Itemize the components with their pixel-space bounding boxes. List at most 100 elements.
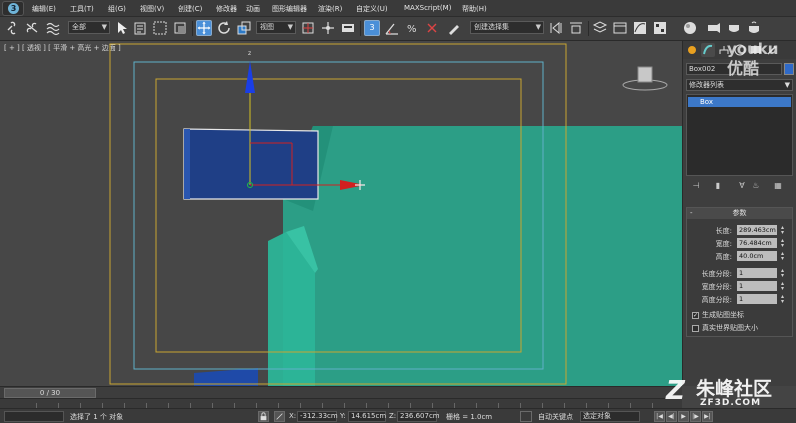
width-segs-spinner[interactable]: ▴ ▾: [779, 281, 786, 292]
checkbox-checked[interactable]: ✓: [692, 311, 699, 319]
scale-icon[interactable]: [236, 20, 252, 36]
height-segs-field[interactable]: 1: [737, 294, 777, 304]
keyboard-shortcut-icon[interactable]: [340, 20, 356, 36]
absolute-mode-icon[interactable]: [274, 411, 285, 422]
reference-coord-dropdown[interactable]: 视图 ▼: [256, 21, 296, 34]
real-world-map-size-checkbox[interactable]: 真实世界贴图大小: [692, 323, 792, 333]
perspective-viewport[interactable]: [ + ] [ 透视 ] [ 平滑 + 高光 + 边面 ] z: [0, 41, 682, 386]
length-spinner[interactable]: ▴ ▾: [779, 225, 786, 236]
length-field[interactable]: 289.463cm: [737, 225, 777, 235]
svg-text:%: %: [407, 24, 417, 35]
zf3d-watermark: Z 朱峰社区 ZF3D.COM: [660, 374, 790, 408]
render-setup-icon[interactable]: [706, 20, 722, 36]
maxscript-listener[interactable]: [4, 411, 64, 422]
rect-selection-icon[interactable]: [152, 20, 168, 36]
menu-animation[interactable]: 动画: [246, 4, 260, 14]
pivot-center-icon[interactable]: [300, 20, 316, 36]
layer-manager-icon[interactable]: [592, 20, 608, 36]
grid-size: 栅格 = 1.0cm: [446, 413, 493, 421]
make-unique-icon[interactable]: ∀: [736, 180, 748, 192]
go-to-end-icon[interactable]: ▶|: [702, 411, 713, 422]
selection-lock-icon[interactable]: [258, 411, 269, 422]
unlink-icon[interactable]: [24, 20, 40, 36]
link-icon[interactable]: [5, 20, 21, 36]
menu-tools[interactable]: 工具(T): [70, 4, 94, 14]
select-object-icon[interactable]: [114, 20, 130, 36]
z-coord-field[interactable]: 236.607cm: [397, 411, 440, 422]
remove-modifier-icon[interactable]: ♨: [750, 180, 762, 192]
object-color-swatch[interactable]: [784, 63, 794, 75]
graphite-ribbon-icon[interactable]: [612, 20, 628, 36]
show-end-result-icon[interactable]: ▮: [712, 180, 724, 192]
move-icon[interactable]: [196, 20, 212, 36]
menu-maxscript[interactable]: MAXScript(M): [404, 4, 451, 12]
track-bar[interactable]: [0, 398, 682, 408]
mirror-icon[interactable]: [548, 20, 564, 36]
pin-stack-icon[interactable]: ⊣: [690, 180, 702, 192]
gizmo-z-arrow[interactable]: [245, 61, 255, 93]
blue-box-bottom[interactable]: [194, 368, 258, 386]
menu-group[interactable]: 组(G): [108, 4, 126, 14]
width-field[interactable]: 76.484cm: [737, 238, 777, 248]
spinner-snap-icon[interactable]: [424, 20, 440, 36]
auto-key-icon[interactable]: [520, 411, 532, 422]
chevron-down-icon: ▼: [535, 23, 541, 31]
menu-rendering[interactable]: 渲染(R): [318, 4, 342, 14]
align-icon[interactable]: [568, 20, 584, 36]
snap-toggle-button[interactable]: 3: [364, 20, 380, 36]
material-editor-icon[interactable]: [682, 20, 698, 36]
stack-item-box[interactable]: Box: [688, 97, 791, 107]
modify-tab-icon[interactable]: [701, 43, 715, 57]
height-spinner[interactable]: ▴ ▾: [779, 251, 786, 262]
menu-modifiers[interactable]: 修改器: [216, 4, 237, 14]
width-segs-field[interactable]: 1: [737, 281, 777, 291]
modifier-list-dropdown[interactable]: 修改器列表 ▼: [686, 79, 793, 91]
parameters-rollout-header[interactable]: - 参数: [687, 208, 792, 219]
edit-named-sets-icon[interactable]: [446, 20, 462, 36]
configure-sets-icon[interactable]: ▦: [772, 180, 784, 192]
named-selection-dropdown[interactable]: 创建选择集 ▼: [470, 21, 544, 34]
selected-box-object[interactable]: [184, 129, 318, 199]
selection-filter-dropdown[interactable]: 全部 ▼: [68, 21, 110, 34]
prev-frame-icon[interactable]: ◀|: [666, 411, 677, 422]
height-field[interactable]: 40.0cm: [737, 251, 777, 261]
app-menu-button[interactable]: 3: [2, 1, 24, 16]
height-segs-spinner[interactable]: ▴ ▾: [779, 294, 786, 305]
menu-create[interactable]: 创建(C): [178, 4, 202, 14]
menu-views[interactable]: 视图(V): [140, 4, 164, 14]
next-frame-icon[interactable]: |▶: [690, 411, 701, 422]
time-slider[interactable]: 0 / 30: [4, 388, 96, 398]
window-crossing-icon[interactable]: [172, 20, 188, 36]
viewcube-icon[interactable]: [637, 66, 653, 83]
toolbar-separator: [360, 21, 361, 36]
curve-editor-icon[interactable]: [632, 20, 648, 36]
render-production-icon[interactable]: [746, 20, 762, 36]
selection-filter-value: 全部: [72, 23, 86, 31]
select-by-name-icon[interactable]: [133, 20, 149, 36]
rotate-icon[interactable]: [216, 20, 232, 36]
angle-snap-icon[interactable]: [384, 20, 400, 36]
create-tab-icon[interactable]: [685, 43, 699, 57]
menu-help[interactable]: 帮助(H): [462, 4, 487, 14]
x-coord-field[interactable]: -312.33cm: [297, 411, 338, 422]
named-selection-value: 创建选择集: [474, 23, 509, 31]
rendered-frame-icon[interactable]: [726, 20, 742, 36]
length-segs-field[interactable]: 1: [737, 268, 777, 278]
play-icon[interactable]: ▶: [678, 411, 689, 422]
gen-mapping-coords-checkbox[interactable]: ✓ 生成贴图坐标: [692, 310, 792, 320]
percent-snap-icon[interactable]: %: [404, 20, 420, 36]
checkbox-unchecked[interactable]: [692, 324, 699, 332]
menu-edit[interactable]: 编辑(E): [32, 4, 56, 14]
y-coord-field[interactable]: 14.615cm: [348, 411, 386, 422]
auto-key-button[interactable]: 自动关键点: [538, 412, 573, 422]
length-segs-spinner[interactable]: ▴ ▾: [779, 268, 786, 279]
go-to-start-icon[interactable]: |◀: [654, 411, 665, 422]
menu-graph-editors[interactable]: 图形编辑器: [272, 4, 307, 14]
menu-customize[interactable]: 自定义(U): [356, 4, 388, 14]
select-manipulate-icon[interactable]: [320, 20, 336, 36]
bind-spacewarp-icon[interactable]: [45, 20, 61, 36]
set-key-dropdown[interactable]: 选定对象: [580, 411, 640, 422]
width-spinner[interactable]: ▴ ▾: [779, 238, 786, 249]
teal-box-object[interactable]: [283, 126, 682, 386]
schematic-view-icon[interactable]: [652, 20, 668, 36]
